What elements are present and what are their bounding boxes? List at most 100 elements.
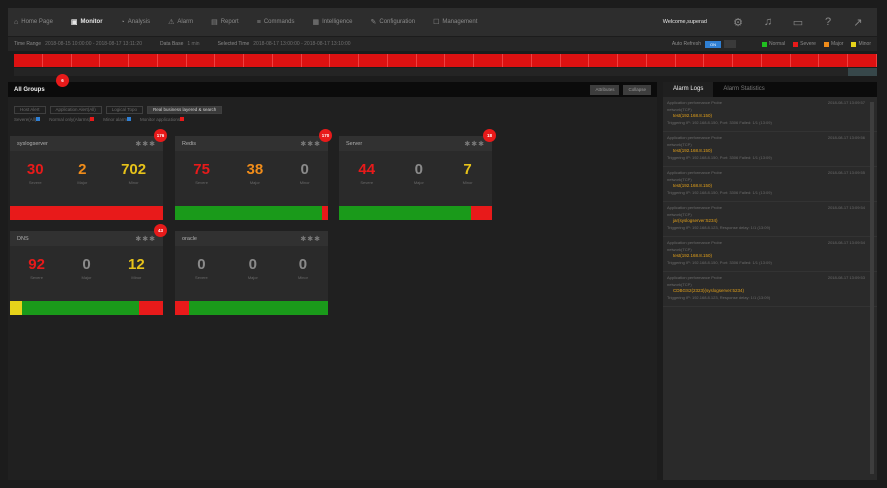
card-title[interactable]: syslogserver	[17, 141, 48, 147]
stat-severe[interactable]: 0 Severe	[195, 257, 208, 281]
stat-major[interactable]: 2 Major	[77, 162, 87, 186]
alarm-log-item[interactable]: Application performance Probe 2018-08-17 …	[663, 237, 877, 272]
stat-severe[interactable]: 30 Severe	[27, 162, 44, 186]
alarm-log-item[interactable]: Application performance Probe 2018-08-17 …	[663, 132, 877, 167]
groups-title[interactable]: All Groups	[14, 87, 45, 93]
filter-chip[interactable]: Real business layered & search	[146, 106, 223, 114]
timeline-segment[interactable]	[215, 54, 245, 67]
alarm-log-item[interactable]: Application performance Probe 2018-08-17 …	[663, 202, 877, 237]
auto-refresh-toggle[interactable]: ON	[705, 40, 721, 48]
timeline-segment[interactable]	[561, 54, 590, 67]
nav-item-alarm[interactable]: ⚠ Alarm	[168, 19, 193, 26]
timeline-segment[interactable]	[330, 54, 360, 67]
timeline-segment[interactable]	[589, 54, 619, 67]
time-range-value[interactable]: 2018-08-15 10:00:00 - 2018-08-17 13:11:2…	[45, 41, 142, 47]
nav-item-commands[interactable]: ≡ Commands	[257, 19, 295, 26]
group-card[interactable]: Server ✱✱✱ 44 Severe 0 Major 7 Minor	[339, 136, 492, 220]
nav-item-monitor[interactable]: ▣ Monitor	[71, 19, 103, 26]
timeline-segment[interactable]	[445, 54, 475, 67]
stat-severe[interactable]: 92 Severe	[28, 257, 45, 281]
stat-minor[interactable]: 12 Minor	[128, 257, 145, 281]
refresh-interval-select[interactable]	[724, 40, 736, 48]
nav-item-configuration[interactable]: ✎ Configuration	[370, 19, 415, 26]
tab-alarm-logs[interactable]: Alarm Logs	[663, 82, 714, 97]
group-card[interactable]: oracle ✱✱✱ 0 Severe 0 Major 0 Minor	[175, 231, 328, 315]
severity-filter[interactable]: Minor alarm	[103, 117, 133, 122]
alarm-log-scrollbar[interactable]	[870, 102, 874, 474]
stat-minor[interactable]: 0 Minor	[300, 162, 310, 186]
stat-severe[interactable]: 75 Severe	[193, 162, 210, 186]
timeline-segment[interactable]	[676, 54, 705, 67]
card-title[interactable]: DNS	[17, 236, 29, 242]
timeline-segment[interactable]	[158, 54, 187, 67]
group-card[interactable]: DNS ✱✱✱ 92 Severe 0 Major 12 Minor	[10, 231, 163, 315]
card-action-icons[interactable]: ✱✱✱	[135, 235, 156, 243]
timeline-segment[interactable]	[187, 54, 216, 67]
card-action-icons[interactable]: ✱✱✱	[135, 140, 156, 148]
timeline-segment[interactable]	[244, 54, 273, 67]
alarm-log-list[interactable]: Application performance Probe 2018-08-17 …	[663, 97, 877, 307]
message-icon[interactable]: ▭	[785, 11, 811, 33]
severity-filter[interactable]: Monitor applications	[140, 117, 186, 122]
stat-severe[interactable]: 44 Severe	[358, 162, 375, 186]
severity-filter[interactable]: Severe(All)	[14, 117, 42, 122]
filter-chip[interactable]: Host Alert	[14, 106, 46, 114]
alarm-log-item[interactable]: Application performance Probe 2018-08-17 …	[663, 272, 877, 307]
alarm-timeline[interactable]	[14, 54, 877, 67]
card-action-icons[interactable]: ✱✱✱	[464, 140, 485, 148]
timeline-segment[interactable]	[503, 54, 532, 67]
timeline-segment[interactable]	[704, 54, 734, 67]
timeline-segment[interactable]	[302, 54, 331, 67]
data-base-select[interactable]: 1 min	[187, 41, 199, 47]
timeline-segment[interactable]	[474, 54, 504, 67]
timeline-segment[interactable]	[72, 54, 101, 67]
timeline-segment[interactable]	[359, 54, 388, 67]
stat-major[interactable]: 0 Major	[414, 162, 424, 186]
gear-icon[interactable]: ⚙	[725, 11, 751, 33]
stat-minor[interactable]: 0 Minor	[298, 257, 308, 281]
card-title[interactable]: Redis	[182, 141, 196, 147]
alarm-log-item[interactable]: Application performance Probe 2018-08-17 …	[663, 97, 877, 132]
stat-minor[interactable]: 7 Minor	[463, 162, 473, 186]
nav-item-report[interactable]: ▤ Report	[211, 19, 239, 26]
timeline-segment[interactable]	[100, 54, 130, 67]
nav-item-home-page[interactable]: ⌂ Home Page	[14, 19, 53, 26]
tab-alarm-statistics[interactable]: Alarm Statistics	[713, 82, 774, 97]
timeline-segment[interactable]	[819, 54, 849, 67]
logout-icon[interactable]: ↗	[845, 11, 871, 33]
help-icon[interactable]: ?	[815, 11, 841, 33]
filter-chip[interactable]: Application Alert(All)	[49, 106, 102, 114]
attributes-button[interactable]: Attributes	[590, 84, 620, 95]
timeline-segment[interactable]	[43, 54, 72, 67]
nav-item-management[interactable]: ☐ Management	[433, 19, 477, 26]
group-card[interactable]: Redis ✱✱✱ 75 Severe 38 Major 0 Minor	[175, 136, 328, 220]
stat-major[interactable]: 0 Major	[81, 257, 91, 281]
card-title[interactable]: Server	[346, 141, 362, 147]
timeline-segment[interactable]	[14, 54, 43, 67]
group-card[interactable]: syslogserver ✱✱✱ 30 Severe 2 Major 702 Minor	[10, 136, 163, 220]
bell-icon[interactable]: ♫	[755, 11, 781, 33]
alarm-log-item[interactable]: Application performance Probe 2018-08-17 …	[663, 167, 877, 202]
nav-item-analysis[interactable]: ◔ Analysis	[121, 19, 151, 26]
card-action-icons[interactable]: ✱✱✱	[300, 235, 321, 243]
timeline-segment[interactable]	[532, 54, 561, 67]
collapse-button[interactable]: Collapse	[623, 84, 651, 95]
timeline-segment[interactable]	[618, 54, 647, 67]
card-title[interactable]: oracle	[182, 236, 197, 242]
stat-major[interactable]: 0 Major	[248, 257, 258, 281]
timeline-segment[interactable]	[417, 54, 446, 67]
timeline-segment[interactable]	[273, 54, 302, 67]
timeline-segment[interactable]	[129, 54, 158, 67]
timeline-segment[interactable]	[791, 54, 820, 67]
severity-filter[interactable]: Normal only(Alarms)	[49, 117, 96, 122]
filter-chip[interactable]: Logical Topo	[105, 106, 143, 114]
timeline-segment[interactable]	[647, 54, 676, 67]
nav-item-intelligence[interactable]: ▦ Intelligence	[313, 19, 353, 26]
timeline-segment[interactable]	[388, 54, 417, 67]
timeline-segment[interactable]	[848, 54, 877, 67]
timeline-segment[interactable]	[733, 54, 762, 67]
timeline-segment[interactable]	[762, 54, 791, 67]
card-action-icons[interactable]: ✱✱✱	[300, 140, 321, 148]
stat-minor[interactable]: 702 Minor	[121, 162, 146, 186]
stat-major[interactable]: 38 Major	[246, 162, 263, 186]
